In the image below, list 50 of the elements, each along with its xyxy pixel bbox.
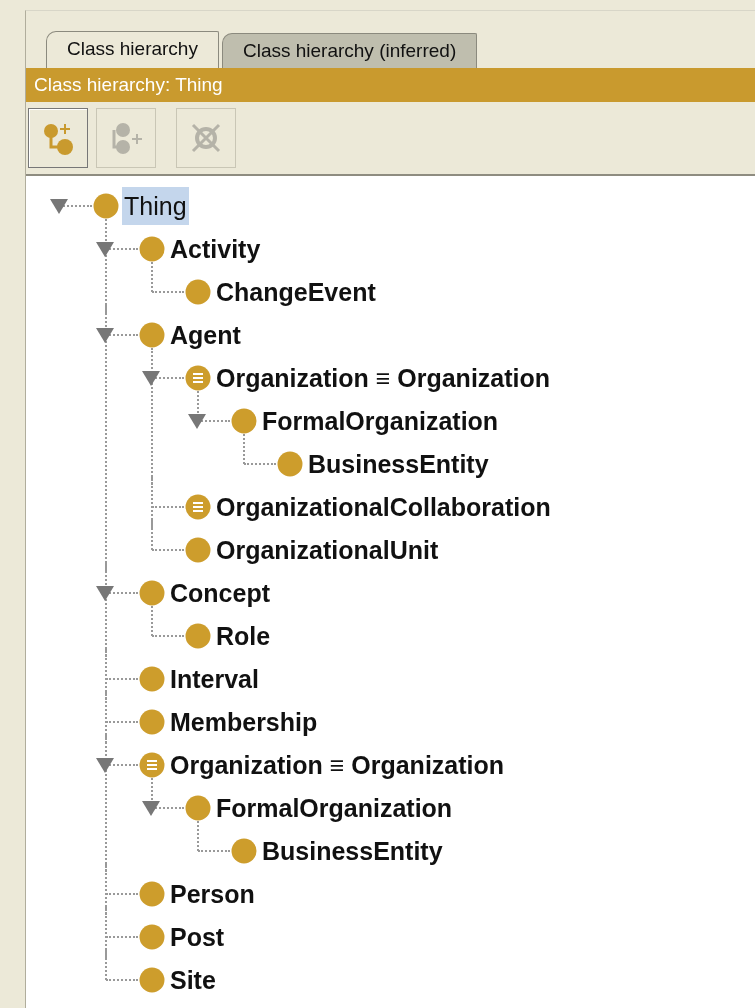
class-name[interactable]: Concept: [168, 573, 272, 612]
toolbar-button[interactable]: [28, 108, 88, 169]
class-icon: [139, 923, 165, 950]
collapse-triangle-icon[interactable]: [95, 327, 115, 344]
class-icon: [139, 235, 165, 262]
defined-class-icon: [185, 364, 211, 391]
tab[interactable]: Class hierarchy: [46, 31, 219, 68]
class-name[interactable]: BusinessEntity: [260, 831, 445, 870]
class-icon: [139, 880, 165, 907]
class-icon: [185, 536, 211, 563]
defined-class-icon: [185, 493, 211, 520]
class-name[interactable]: Role: [214, 616, 273, 655]
class-name[interactable]: FormalOrganization: [214, 788, 455, 827]
class-icon: [139, 665, 165, 692]
class-name[interactable]: OrganizationalCollaboration: [214, 487, 553, 526]
class-icon: [185, 794, 211, 821]
class-icon: [139, 966, 165, 993]
class-name[interactable]: Site: [168, 960, 218, 999]
class-name[interactable]: Organization ≡ Organization: [214, 358, 553, 397]
class-name[interactable]: BusinessEntity: [306, 444, 491, 483]
class-name[interactable]: Activity: [168, 229, 263, 268]
defined-class-icon: [139, 751, 165, 778]
class-icon: [231, 407, 257, 434]
class-name[interactable]: FormalOrganization: [260, 401, 501, 440]
class-icon: [139, 579, 165, 606]
collapse-triangle-icon[interactable]: [95, 241, 115, 258]
class-name[interactable]: OrganizationalUnit: [214, 530, 441, 569]
class-name[interactable]: Membership: [168, 702, 320, 741]
collapse-triangle-icon[interactable]: [141, 800, 161, 817]
tab[interactable]: Class hierarchy (inferred): [221, 33, 478, 68]
class-name[interactable]: Person: [168, 874, 257, 913]
collapse-triangle-icon[interactable]: [141, 370, 161, 387]
class-icon: [139, 321, 165, 348]
collapse-triangle-icon[interactable]: [95, 757, 115, 774]
class-icon: [185, 278, 211, 305]
class-icon: [277, 450, 303, 477]
class-name[interactable]: ChangeEvent: [214, 272, 378, 311]
class-name[interactable]: Agent: [168, 315, 243, 354]
collapse-triangle-icon[interactable]: [49, 198, 69, 215]
view-title-bar: Class hierarchy: Thing: [26, 67, 755, 103]
collapse-triangle-icon[interactable]: [95, 585, 115, 602]
class-icon: [231, 837, 257, 864]
collapse-triangle-icon[interactable]: [187, 413, 207, 430]
class-name[interactable]: Thing: [122, 186, 189, 225]
class-icon: [93, 192, 119, 219]
class-name[interactable]: Post: [168, 917, 227, 956]
class-icon: [139, 708, 165, 735]
class-name[interactable]: Organization ≡ Organization: [168, 745, 507, 784]
class-name[interactable]: Interval: [168, 659, 261, 698]
class-icon: [185, 622, 211, 649]
